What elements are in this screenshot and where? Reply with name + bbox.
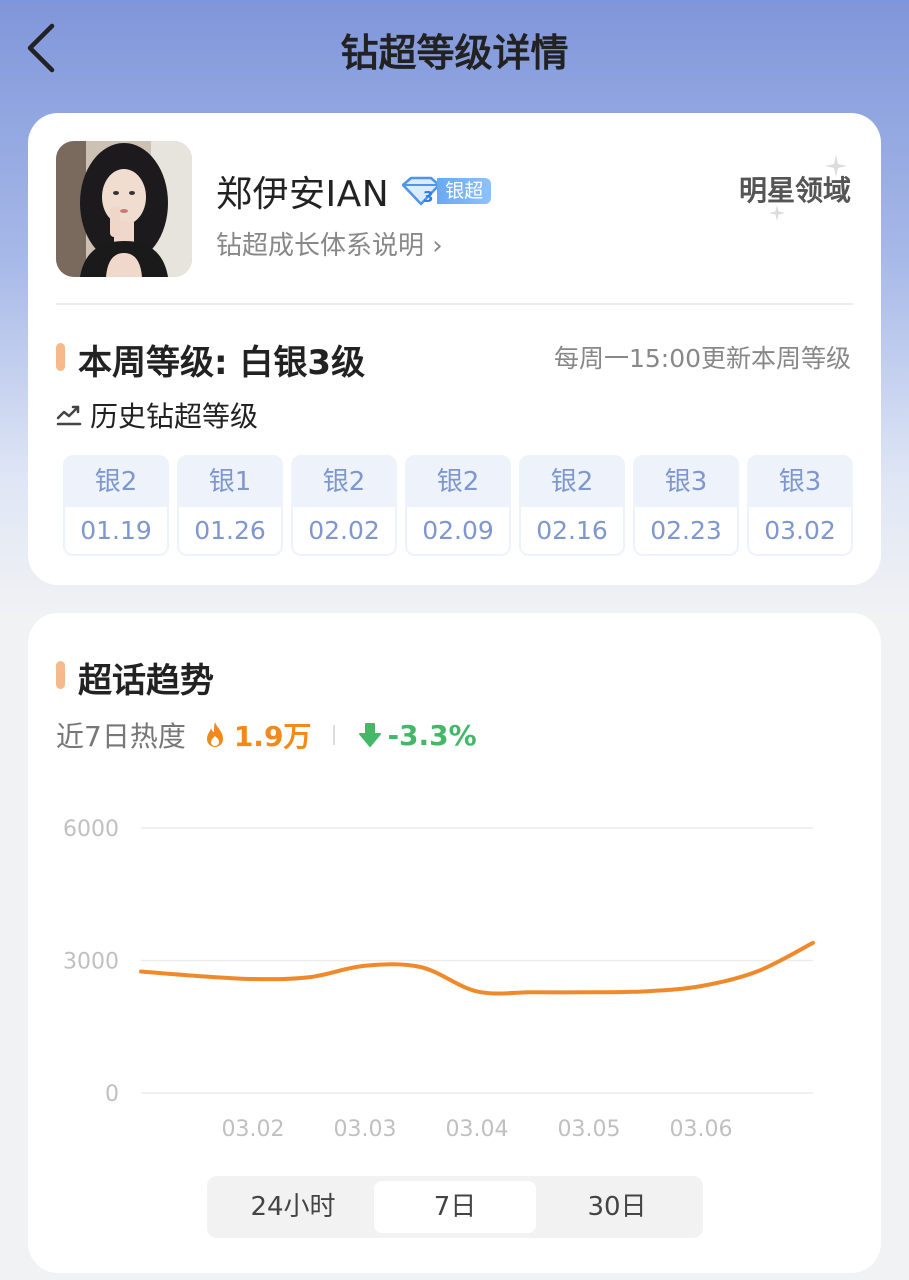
trend-line-chart: 6000 3000 0 03.02 03.03 03.04 03.05 03.06 [63, 817, 815, 1142]
history-date: 03.02 [749, 507, 851, 554]
domain-label: 明星领域 [738, 174, 851, 207]
x-tick-label: 03.02 [222, 1117, 285, 1142]
history-level: 银2 [322, 467, 366, 497]
arrow-down-icon [359, 723, 382, 747]
history-date: 01.26 [179, 507, 281, 554]
x-tick-label: 03.04 [446, 1117, 509, 1142]
history-level: 银3 [778, 467, 822, 497]
series-line [139, 940, 815, 996]
heat-label: 近7日热度 [56, 720, 186, 753]
history-cell: 银2 01.19 [63, 455, 169, 556]
separator [333, 725, 336, 745]
history-cell: 银3 03.02 [747, 455, 853, 556]
history-grid: 银2 01.19 银1 01.26 银2 02.02 银2 02.09 银2 0… [63, 455, 853, 556]
history-level: 银2 [94, 467, 138, 497]
page-title: 钻超等级详情 [340, 31, 569, 75]
avatar-image [56, 141, 192, 277]
history-label: 历史钻超等级 [90, 400, 259, 433]
week-level: 本周等级: 白银3级 [78, 343, 366, 383]
history-cell: 银2 02.02 [291, 455, 397, 556]
badge-level-number: 3 [423, 188, 433, 206]
tab-24h[interactable]: 24小时 [212, 1181, 374, 1233]
heat-value: 1.9万 [233, 720, 312, 753]
avatar[interactable] [56, 141, 192, 277]
history-level: 银3 [664, 467, 708, 497]
history-date: 02.23 [635, 507, 737, 554]
history-cell: 银2 02.09 [405, 455, 511, 556]
history-level: 银2 [436, 467, 480, 497]
x-tick-label: 03.03 [334, 1117, 397, 1142]
history-header: 历史钻超等级 [56, 395, 258, 435]
history-date: 02.02 [293, 507, 395, 554]
trend-chart-icon [56, 405, 82, 426]
y-tick-label: 6000 [63, 817, 119, 842]
section-marker [56, 343, 65, 371]
section-marker [56, 661, 65, 689]
divider [56, 303, 853, 305]
flame-icon [206, 722, 223, 747]
heat-summary: 近7日热度 1.9万 -3.3% [56, 715, 477, 755]
y-tick-label: 3000 [63, 950, 119, 975]
change-value: -3.3% [387, 718, 477, 752]
history-cell: 银2 02.16 [519, 455, 625, 556]
name-row: 郑伊安IAN 3 银超 [216, 165, 492, 217]
history-cell: 银3 02.23 [633, 455, 739, 556]
history-date: 02.16 [521, 507, 623, 554]
y-tick-label: 0 [105, 1082, 119, 1107]
range-tab-group: 24小时 7日 30日 [207, 1176, 703, 1238]
growth-system-link[interactable]: 钻超成长体系说明 › [216, 225, 443, 262]
trend-card: 超话趋势 近7日热度 1.9万 -3.3% 6000 3000 0 03.02 03.0… [28, 613, 881, 1273]
user-name: 郑伊安IAN [216, 174, 390, 215]
top-bar: 钻超等级详情 [0, 0, 909, 100]
tab-30d[interactable]: 30日 [536, 1181, 698, 1233]
history-level: 银1 [208, 467, 252, 497]
badge-label: 银超 [437, 178, 492, 204]
tab-7d[interactable]: 7日 [374, 1181, 536, 1233]
history-cell: 银1 01.26 [177, 455, 283, 556]
history-date: 01.19 [65, 507, 167, 554]
trend-title: 超话趋势 [78, 661, 214, 701]
history-level: 银2 [550, 467, 594, 497]
level-card: 郑伊安IAN 3 银超 钻超成长体系说明 › 明星领域 本周等级: 白银3级 每… [28, 113, 881, 585]
history-date: 02.09 [407, 507, 509, 554]
update-note: 每周一15:00更新本周等级 [553, 344, 851, 373]
rank-badge: 3 银超 [399, 175, 492, 207]
x-tick-label: 03.06 [670, 1117, 733, 1142]
x-tick-label: 03.05 [558, 1117, 621, 1142]
